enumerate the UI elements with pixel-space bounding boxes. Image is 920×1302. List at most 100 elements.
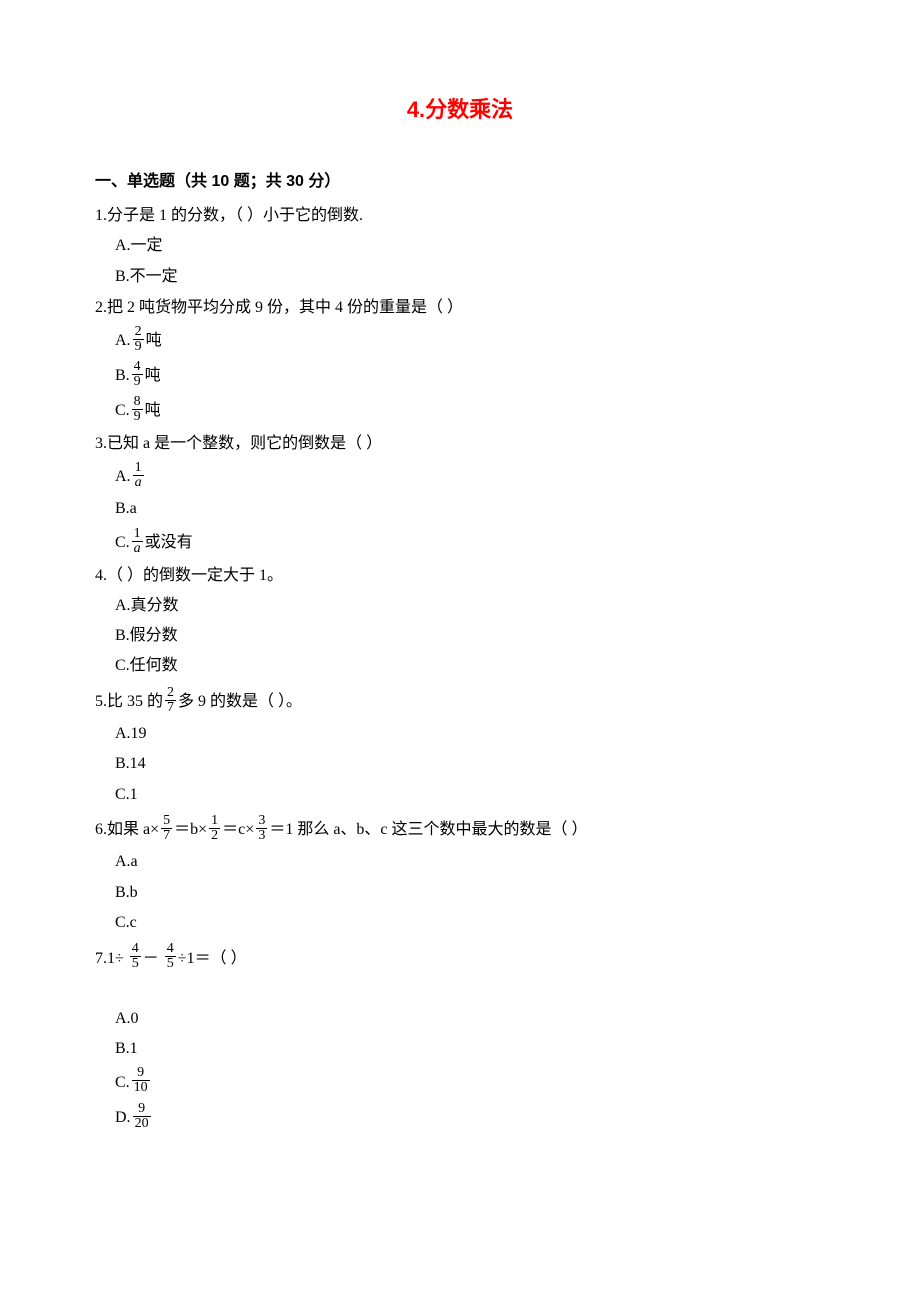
- question-1-text: 1.分子是 1 的分数，（ ）小于它的倒数.: [95, 202, 825, 231]
- question-2-options: A.29吨 B.49吨 C.89吨: [95, 323, 825, 429]
- option-3a-label: A.: [115, 468, 131, 485]
- question-5-post: 多 9 的数是（ ）。: [178, 693, 302, 710]
- fraction-3c: 1a: [132, 527, 143, 556]
- fraction-3a: 1a: [133, 461, 144, 490]
- question-3-text: 3.已知 a 是一个整数，则它的倒数是（ ）: [95, 430, 825, 459]
- fraction-6-2: 12: [209, 814, 220, 843]
- question-7-options: A.0 B.1 C.910 D.920: [95, 1004, 825, 1135]
- fraction-6-3-den: 3: [256, 829, 267, 843]
- option-3c: C.1a或没有: [115, 525, 825, 560]
- question-7-mid: －: [143, 950, 163, 967]
- option-6c: C.c: [115, 908, 825, 938]
- option-7b: B.1: [115, 1034, 825, 1064]
- option-2b-label: B.: [115, 367, 130, 384]
- question-6-mid1: ＝b×: [174, 821, 207, 838]
- option-3b: B.a: [115, 494, 825, 524]
- fraction-3a-num: 1: [133, 461, 144, 476]
- option-2a: A.29吨: [115, 323, 825, 358]
- fraction-6-2-den: 2: [209, 829, 220, 843]
- option-2b-unit: 吨: [145, 367, 161, 384]
- fraction-5-num: 2: [165, 686, 176, 701]
- question-2: 2.把 2 吨货物平均分成 9 份，其中 4 份的重量是（ ） A.29吨 B.…: [95, 294, 825, 428]
- fraction-6-3: 33: [256, 814, 267, 843]
- fraction-2a: 29: [133, 325, 144, 354]
- question-4-options: A.真分数 B.假分数 C.任何数: [95, 591, 825, 682]
- page-title: 4.分数乘法: [95, 90, 825, 130]
- question-6: 6.如果 a×57＝b×12＝c×33＝1 那么 a、b、c 这三个数中最大的数…: [95, 812, 825, 938]
- option-1b: B.不一定: [115, 262, 825, 292]
- question-3: 3.已知 a 是一个整数，则它的倒数是（ ） A.1a B.a C.1a或没有: [95, 430, 825, 560]
- question-6-post: ＝1 那么 a、b、c 这三个数中最大的数是（ ）: [269, 821, 587, 838]
- fraction-7-2-den: 5: [165, 957, 176, 971]
- option-7d: D.920: [115, 1100, 825, 1135]
- fraction-2c-den: 9: [132, 410, 143, 424]
- option-2b: B.49吨: [115, 358, 825, 393]
- fraction-7-1-num: 4: [130, 942, 141, 957]
- fraction-2a-num: 2: [133, 325, 144, 340]
- question-6-mid2: ＝c×: [222, 821, 254, 838]
- question-5: 5.比 35 的27多 9 的数是（ ）。 A.19 B.14 C.1: [95, 684, 825, 810]
- fraction-7c-den: 10: [132, 1081, 150, 1095]
- question-6-text: 6.如果 a×57＝b×12＝c×33＝1 那么 a、b、c 这三个数中最大的数…: [95, 812, 825, 847]
- fraction-3a-den: a: [133, 476, 144, 490]
- question-5-text: 5.比 35 的27多 9 的数是（ ）。: [95, 684, 825, 719]
- option-4c: C.任何数: [115, 651, 825, 681]
- option-6b: B.b: [115, 878, 825, 908]
- option-5c: C.1: [115, 780, 825, 810]
- question-6-pre: 6.如果 a×: [95, 821, 159, 838]
- question-1-options: A.一定 B.不一定: [95, 231, 825, 292]
- option-5a: A.19: [115, 719, 825, 749]
- option-2a-label: A.: [115, 332, 131, 349]
- option-4b: B.假分数: [115, 621, 825, 651]
- fraction-7c-num: 9: [132, 1066, 150, 1081]
- option-7d-label: D.: [115, 1109, 131, 1126]
- question-7-text: 7.1÷ 45－ 45÷1＝（ ）: [95, 941, 825, 976]
- fraction-6-2-num: 1: [209, 814, 220, 829]
- question-5-pre: 5.比 35 的: [95, 693, 163, 710]
- fraction-2b-den: 9: [132, 375, 143, 389]
- option-6a: A.a: [115, 847, 825, 877]
- fraction-7-2: 45: [165, 942, 176, 971]
- fraction-7-1: 45: [130, 942, 141, 971]
- option-7a: A.0: [115, 1004, 825, 1034]
- option-2a-unit: 吨: [146, 332, 162, 349]
- question-7-pre: 7.1÷: [95, 950, 128, 967]
- fraction-3c-num: 1: [132, 527, 143, 542]
- option-1a: A.一定: [115, 231, 825, 261]
- option-7c-label: C.: [115, 1074, 130, 1091]
- fraction-7d-num: 9: [133, 1102, 151, 1117]
- option-3c-post: 或没有: [145, 534, 193, 551]
- fraction-7c: 910: [132, 1066, 150, 1095]
- question-7-post: ÷1＝（ ）: [178, 950, 247, 967]
- question-1: 1.分子是 1 的分数，（ ）小于它的倒数. A.一定 B.不一定: [95, 202, 825, 292]
- fraction-3c-den: a: [132, 542, 143, 556]
- fraction-2a-den: 9: [133, 340, 144, 354]
- fraction-6-3-num: 3: [256, 814, 267, 829]
- fraction-5-den: 7: [165, 701, 176, 715]
- option-2c-unit: 吨: [145, 402, 161, 419]
- fraction-7-2-num: 4: [165, 942, 176, 957]
- option-2c: C.89吨: [115, 393, 825, 428]
- fraction-6-1: 57: [161, 814, 172, 843]
- fraction-6-1-den: 7: [161, 829, 172, 843]
- question-3-options: A.1a B.a C.1a或没有: [95, 459, 825, 560]
- option-3c-label: C.: [115, 534, 130, 551]
- fraction-2b-num: 4: [132, 360, 143, 375]
- fraction-2c-num: 8: [132, 395, 143, 410]
- question-2-text: 2.把 2 吨货物平均分成 9 份，其中 4 份的重量是（ ）: [95, 294, 825, 323]
- question-6-options: A.a B.b C.c: [95, 847, 825, 938]
- section-header: 一、单选题（共 10 题；共 30 分）: [95, 168, 825, 197]
- question-4-text: 4.（ ）的倒数一定大于 1。: [95, 562, 825, 591]
- fraction-5: 27: [165, 686, 176, 715]
- option-7c: C.910: [115, 1065, 825, 1100]
- fraction-7-1-den: 5: [130, 957, 141, 971]
- option-3a: A.1a: [115, 459, 825, 494]
- option-5b: B.14: [115, 749, 825, 779]
- fraction-7d: 920: [133, 1102, 151, 1131]
- fraction-6-1-num: 5: [161, 814, 172, 829]
- question-4: 4.（ ）的倒数一定大于 1。 A.真分数 B.假分数 C.任何数: [95, 562, 825, 682]
- question-7: 7.1÷ 45－ 45÷1＝（ ） A.0 B.1 C.910 D.920: [95, 941, 825, 1135]
- fraction-2b: 49: [132, 360, 143, 389]
- question-5-options: A.19 B.14 C.1: [95, 719, 825, 810]
- option-2c-label: C.: [115, 402, 130, 419]
